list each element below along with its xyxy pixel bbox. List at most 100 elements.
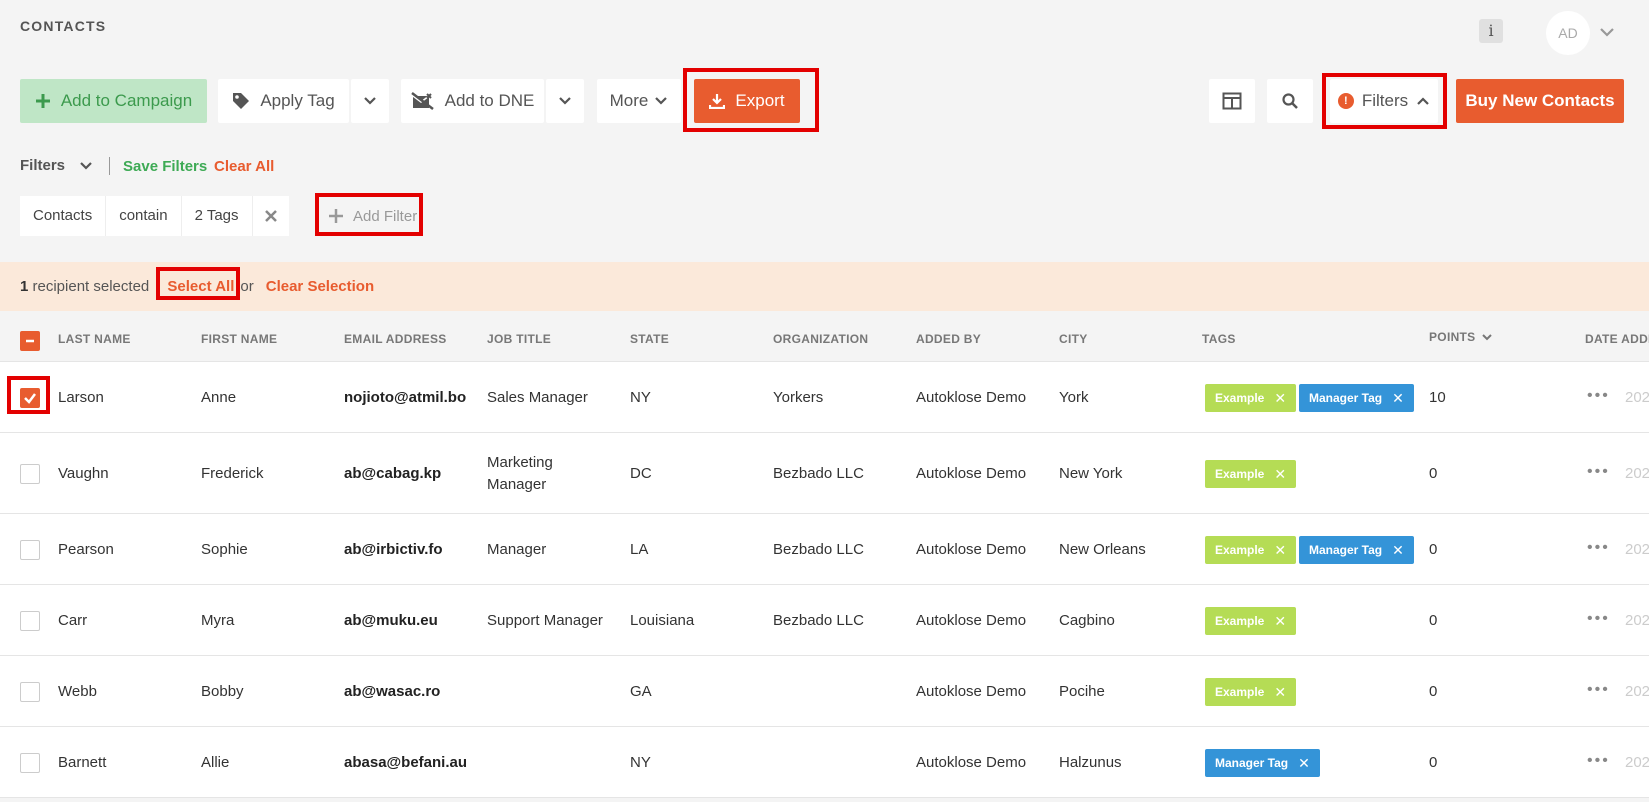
remove-tag-icon[interactable]: ✕: [1274, 460, 1286, 488]
add-to-dne-button[interactable]: Add to DNE: [401, 79, 544, 123]
cell-email[interactable]: nojioto@atmil.bo: [344, 389, 466, 406]
cell-state: NY: [630, 753, 651, 771]
clear-selection-link[interactable]: Clear Selection: [266, 278, 374, 295]
filter-operator[interactable]: contain: [106, 196, 182, 236]
column-header-points[interactable]: POINTS: [1429, 312, 1493, 362]
row-menu-icon[interactable]: •••: [1587, 752, 1610, 770]
chevron-down-icon[interactable]: [1597, 22, 1617, 42]
table-row[interactable]: Carr Myra ab@muku.eu Support Manager Louisia…: [0, 585, 1649, 656]
clear-all-link[interactable]: Clear All: [214, 158, 274, 175]
tag-label: Example: [1215, 613, 1265, 628]
info-icon[interactable]: i: [1479, 19, 1503, 43]
table-header: LAST NAME FIRST NAME EMAIL ADDRESS JOB T…: [0, 312, 1649, 362]
cell-city: New Orleans: [1059, 540, 1146, 558]
tag-badge: Example ✕: [1205, 383, 1297, 412]
row-checkbox[interactable]: [20, 610, 40, 631]
cell-added-by: Autoklose Demo: [916, 682, 1027, 700]
column-header-tags[interactable]: TAGS: [1202, 312, 1236, 362]
add-to-campaign-button[interactable]: Add to Campaign: [20, 79, 207, 123]
table-row[interactable]: Vaughn Frederick ab@cabag.kp Marketing Mana…: [0, 433, 1649, 514]
column-header-first-name[interactable]: FIRST NAME: [201, 312, 277, 362]
row-checkbox[interactable]: [20, 463, 40, 484]
tag-label: Example: [1215, 390, 1265, 405]
tag-icon: [233, 93, 250, 109]
filters-collapse-toggle[interactable]: Filters: [20, 157, 93, 174]
apply-tag-dropdown[interactable]: [351, 79, 389, 123]
cell-email[interactable]: ab@irbictiv.fo: [344, 541, 443, 558]
cell-points: 0: [1429, 611, 1438, 629]
row-checkbox[interactable]: [20, 539, 40, 560]
tag-label: Example: [1215, 684, 1265, 699]
filter-field[interactable]: Contacts: [20, 196, 107, 236]
apply-tag-button[interactable]: Apply Tag: [218, 79, 349, 123]
column-header-email[interactable]: EMAIL ADDRESS: [344, 312, 447, 362]
cell-email[interactable]: ab@wasac.ro: [344, 683, 440, 700]
buy-new-contacts-button[interactable]: Buy New Contacts: [1456, 79, 1624, 123]
row-checkbox[interactable]: [20, 752, 40, 773]
remove-tag-icon[interactable]: ✕: [1392, 536, 1404, 564]
add-to-campaign-label: Add to Campaign: [60, 91, 193, 110]
column-header-job-title[interactable]: JOB TITLE: [487, 312, 551, 362]
table-row[interactable]: Pearson Sophie ab@irbictiv.fo Manager LA Bezb…: [0, 514, 1649, 585]
tag-badge: Example ✕: [1205, 535, 1297, 564]
cell-last-name: Pearson: [58, 540, 114, 558]
chevron-down-icon: [80, 161, 92, 170]
cell-date-added: 202: [1625, 464, 1649, 482]
save-filters-link[interactable]: Save Filters: [123, 158, 207, 175]
cell-last-name: Carr: [58, 611, 88, 629]
remove-tag-icon[interactable]: ✕: [1274, 607, 1286, 635]
column-header-last-name[interactable]: LAST NAME: [58, 312, 131, 362]
row-checkbox[interactable]: [20, 681, 40, 702]
filters-toggle-button[interactable]: ! Filters: [1330, 79, 1438, 123]
more-button[interactable]: More: [597, 79, 681, 123]
column-header-city[interactable]: CITY: [1059, 312, 1088, 362]
cell-email[interactable]: ab@cabag.kp: [344, 465, 441, 482]
avatar[interactable]: AD: [1546, 11, 1590, 55]
cell-first-name: Allie: [201, 753, 230, 771]
remove-tag-icon[interactable]: ✕: [1392, 384, 1404, 412]
add-filter-label: Add Filter: [353, 207, 418, 225]
cell-organization: Bezbado LLC: [773, 540, 864, 558]
chevron-down-icon: [364, 97, 376, 105]
remove-tag-icon[interactable]: ✕: [1298, 749, 1310, 777]
selection-bar: 1 recipient selected Select All or Clear…: [0, 262, 1649, 311]
cell-email[interactable]: ab@muku.eu: [344, 612, 438, 629]
divider: [109, 157, 110, 175]
remove-tag-icon[interactable]: ✕: [1274, 384, 1286, 412]
column-header-added-by[interactable]: ADDED BY: [916, 312, 981, 362]
select-all-checkbox[interactable]: [20, 331, 40, 351]
row-menu-icon[interactable]: •••: [1587, 681, 1610, 699]
search-button[interactable]: [1267, 79, 1313, 123]
column-header-date-added[interactable]: DATE ADDED: [1585, 312, 1649, 362]
filter-value[interactable]: 2 Tags: [182, 196, 253, 236]
column-header-organization[interactable]: ORGANIZATION: [773, 312, 868, 362]
remove-tag-icon[interactable]: ✕: [1274, 678, 1286, 706]
cell-email[interactable]: abasa@befani.au: [344, 754, 467, 771]
selected-text: recipient selected: [32, 278, 150, 295]
row-menu-icon[interactable]: •••: [1587, 387, 1610, 405]
row-menu-icon[interactable]: •••: [1587, 610, 1610, 628]
table-row[interactable]: Webb Bobby ab@wasac.ro GA Autoklose Demo Poci…: [0, 656, 1649, 727]
row-checkbox[interactable]: [20, 387, 40, 408]
cell-job-title: Sales Manager: [487, 388, 588, 406]
add-to-dne-dropdown[interactable]: [546, 79, 584, 123]
columns-button[interactable]: [1209, 79, 1255, 123]
filter-chip: Contacts contain 2 Tags: [20, 196, 289, 236]
table-row[interactable]: Larson Anne nojioto@atmil.bo Sales Manager N…: [0, 362, 1649, 433]
select-all-link[interactable]: Select All: [167, 278, 234, 295]
row-menu-icon[interactable]: •••: [1587, 463, 1610, 481]
column-header-state[interactable]: STATE: [630, 312, 669, 362]
filters-toggle-label: Filters: [1361, 91, 1409, 110]
add-filter-button[interactable]: Add Filter: [321, 198, 425, 234]
plus-icon: [329, 209, 343, 223]
export-button[interactable]: Export: [694, 79, 800, 123]
plus-icon: [35, 94, 50, 108]
cell-added-by: Autoklose Demo: [916, 611, 1027, 629]
table-row[interactable]: Barnett Allie abasa@befani.au NY Autoklose D…: [0, 727, 1649, 798]
chevron-down-icon: [1482, 334, 1493, 341]
row-menu-icon[interactable]: •••: [1587, 539, 1610, 557]
filters-alert-badge: !: [1337, 93, 1354, 109]
remove-tag-icon[interactable]: ✕: [1274, 536, 1286, 564]
tag-badge: Manager Tag ✕: [1299, 535, 1414, 564]
remove-filter-button[interactable]: [253, 196, 289, 236]
